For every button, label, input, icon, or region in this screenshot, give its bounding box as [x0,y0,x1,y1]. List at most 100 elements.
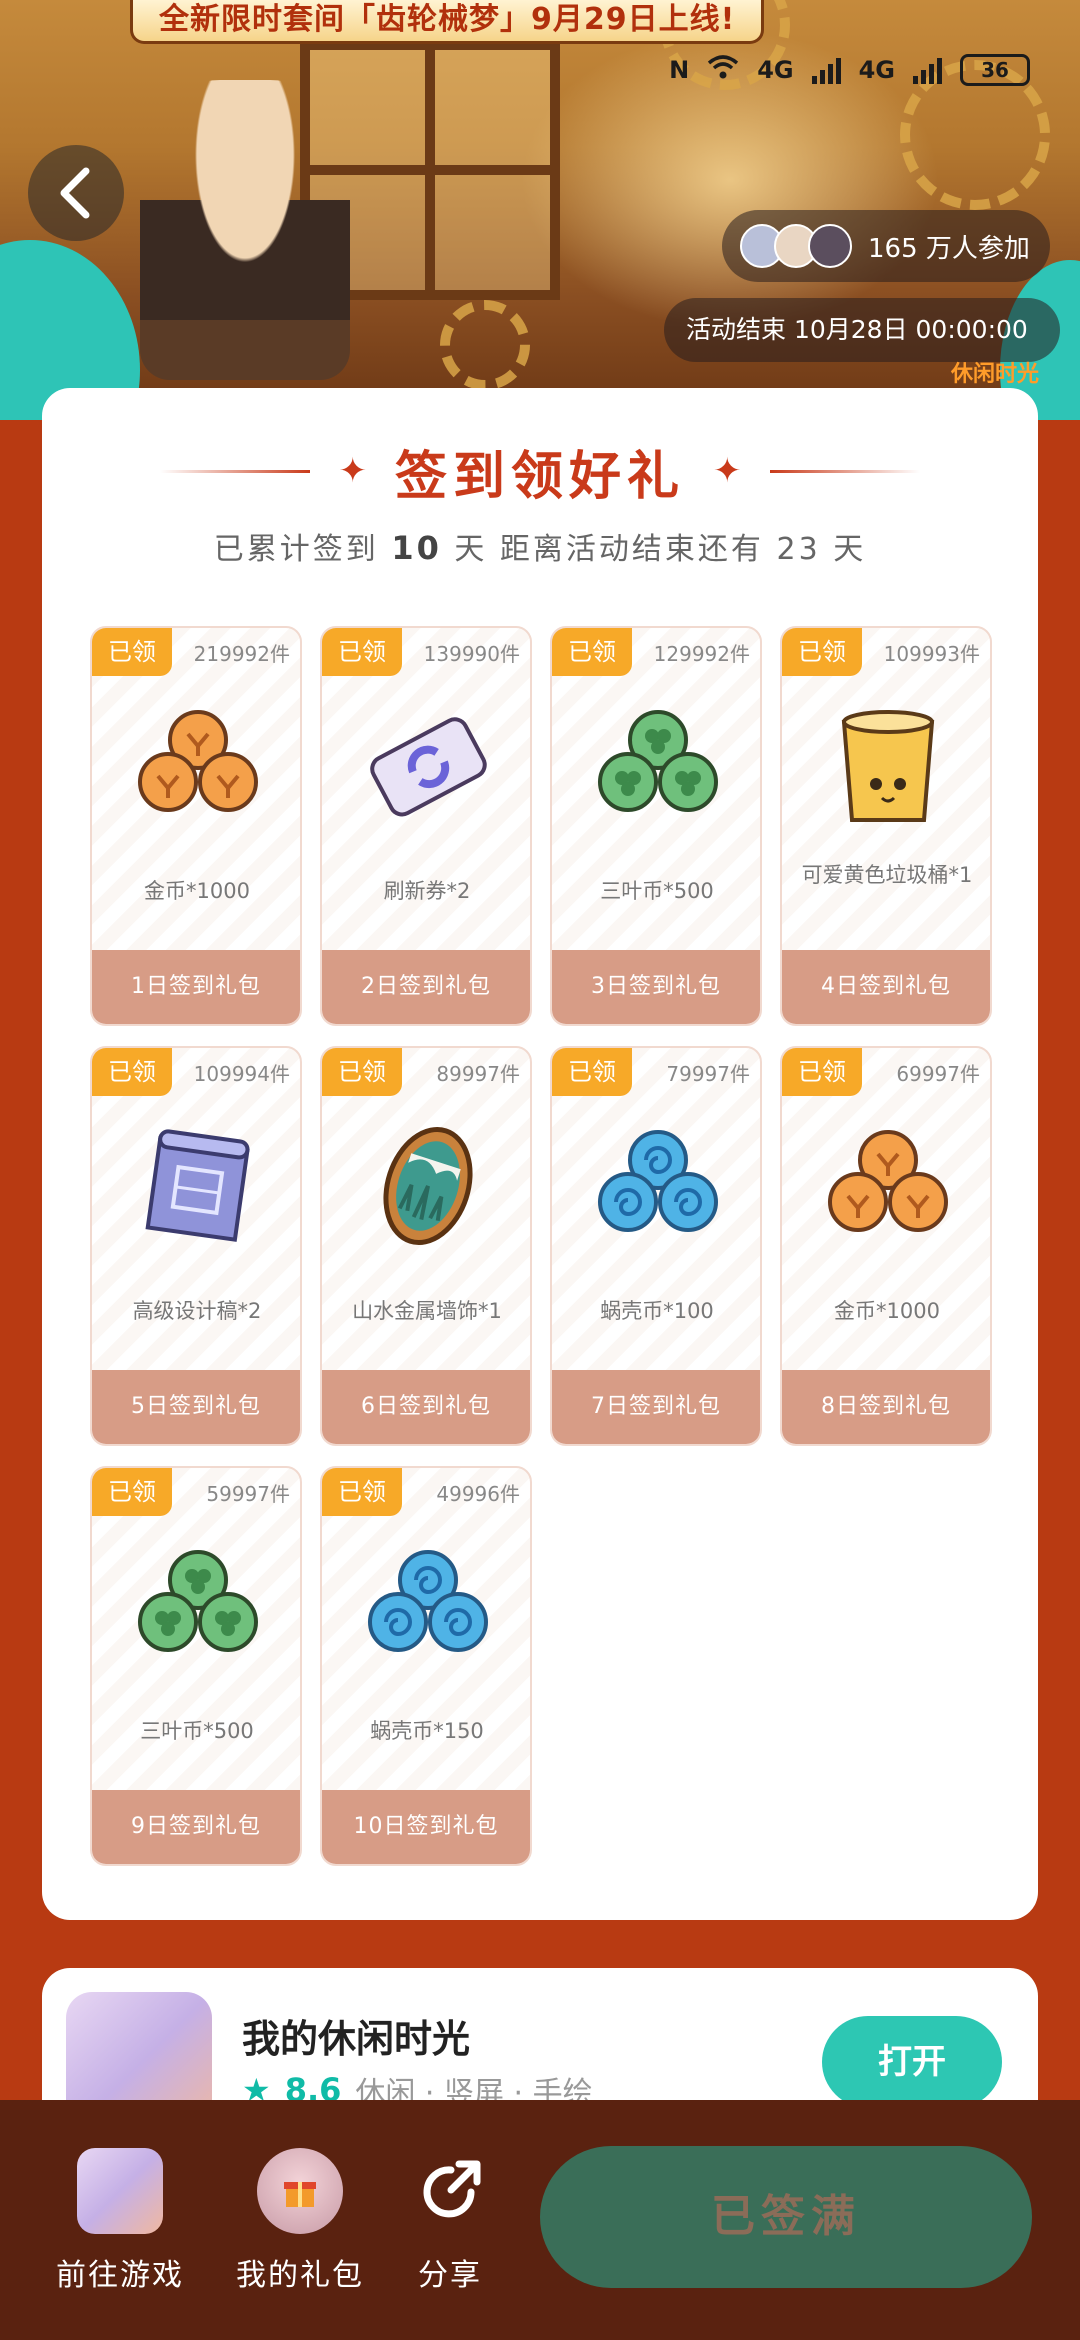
claimed-badge: 已领 [322,1048,402,1096]
signal-icon [811,56,841,84]
clover-coins-icon [132,1540,264,1672]
title-divider-left [160,469,311,473]
participants-pill: 165 万人参加 [722,210,1050,282]
reward-stock: 109994件 [193,1062,290,1086]
share-label: 分享 [418,2258,482,2293]
go-to-game-label: 前往游戏 [56,2258,184,2293]
claimed-badge: 已领 [552,1048,632,1096]
reward-name: 可爱黄色垃圾桶*1 [801,863,973,887]
sparkle-icon: ✦ [338,451,367,491]
share-button[interactable]: 分享 [370,2148,530,2294]
claimed-badge: 已领 [92,1468,172,1516]
sparkle-icon: ✦ [713,451,742,491]
reward-stock: 49996件 [436,1482,520,1506]
my-gifts-label: 我的礼包 [236,2258,364,2293]
title-divider-right [769,469,920,473]
wall-decoration-icon [362,1120,494,1252]
reward-day-label: 3日签到礼包 [552,950,760,1024]
fully-signed-button[interactable]: 已签满 [540,2146,1032,2288]
reward-day-label: 4日签到礼包 [782,950,990,1024]
reward-day-label: 10日签到礼包 [322,1790,530,1864]
reward-stock: 89997件 [436,1062,520,1086]
reward-day-label: 2日签到礼包 [322,950,530,1024]
avatar [808,224,852,268]
back-button[interactable] [28,145,124,241]
reward-name: 金币*1000 [144,879,250,903]
reward-day-label: 8日签到礼包 [782,1370,990,1444]
claimed-badge: 已领 [92,628,172,676]
event-end-time: 活动结束 10月28日 00:00:00 [664,298,1060,362]
reward-name: 山水金属墙饰*1 [352,1299,502,1323]
reward-card[interactable]: 已领 109993件 可爱黄色垃圾桶*1 4日签到礼包 [780,626,992,1026]
status-bar: N 4G 4G 36 [669,48,1030,92]
reward-card[interactable]: 已领 49996件蜗壳币*150 10日签到礼包 [320,1466,532,1866]
share-icon [407,2148,493,2234]
reward-name: 刷新券*2 [383,879,471,903]
reward-name: 蜗壳币*150 [370,1719,484,1743]
reward-day-label: 6日签到礼包 [322,1370,530,1444]
claimed-badge: 已领 [92,1048,172,1096]
days-signed: 10 [391,529,442,567]
banner-character [140,80,350,380]
claimed-badge: 已领 [322,628,402,676]
battery-icon: 36 [960,54,1030,86]
bottom-action-bar: 前往游戏 我的礼包 分享 已签满 [0,2100,1080,2340]
claimed-badge: 已领 [552,628,632,676]
reward-card[interactable]: 已领 89997件山水金属墙饰*1 6日签到礼包 [320,1046,532,1446]
shell-coins-icon [592,1120,724,1252]
reward-stock: 59997件 [206,1482,290,1506]
claimed-badge: 已领 [782,1048,862,1096]
chevron-left-icon [60,167,90,219]
open-game-button[interactable]: 打开 [822,2016,1002,2108]
wifi-icon [707,54,739,86]
reward-day-label: 9日签到礼包 [92,1790,300,1864]
checkin-card: ✦ 签到领好礼 ✦ 已累计签到 10 天 距离活动结束还有 23 天 已领 219… [42,388,1038,1920]
reward-card[interactable]: 已领 79997件蜗壳币*100 7日签到礼包 [550,1046,762,1446]
network-type-2: 4G [858,56,895,84]
reward-card[interactable]: 已领 69997件金币*1000 8日签到礼包 [780,1046,992,1446]
network-type-1: 4G [757,56,794,84]
reward-name: 三叶币*500 [600,879,714,903]
reward-card[interactable]: 已领 139990件刷新券*2 2日签到礼包 [320,626,532,1026]
gold-coins-icon [822,1120,954,1252]
checkin-progress: 已累计签到 10 天 距离活动结束还有 23 天 [42,524,1038,568]
my-gifts-button[interactable]: 我的礼包 [220,2148,380,2294]
launch-notice: 全新限时套间「齿轮械梦」9月29日上线! [130,0,765,44]
section-title: ✦ 签到领好礼 ✦ [42,436,1038,507]
checkin-title: 签到领好礼 [394,446,685,507]
go-to-game-button[interactable]: 前往游戏 [40,2148,200,2294]
reward-stock: 219992件 [193,642,290,666]
blueprint-icon [132,1120,264,1252]
reward-name: 高级设计稿*2 [132,1299,262,1323]
gift-icon [257,2148,343,2234]
nfc-icon: N [669,56,690,84]
gold-coins-icon [132,700,264,832]
reward-name: 蜗壳币*100 [600,1299,714,1323]
reward-name: 金币*1000 [834,1299,940,1323]
participants-count: 165 万人参加 [868,233,1030,264]
reward-card[interactable]: 已领 129992件三叶币*500 3日签到礼包 [550,626,762,1026]
reward-stock: 139990件 [423,642,520,666]
shell-coins-icon [362,1540,494,1672]
claimed-badge: 已领 [782,628,862,676]
reward-stock: 129992件 [653,642,750,666]
yellow-trash-can-icon [822,700,954,832]
reward-stock: 69997件 [896,1062,980,1086]
reward-card[interactable]: 已领 219992件金币*1000 1日签到礼包 [90,626,302,1026]
reward-day-label: 1日签到礼包 [92,950,300,1024]
game-thumbnail-icon [77,2148,163,2234]
clover-coins-icon [592,700,724,832]
game-title: 我的休闲时光 [242,2017,471,2061]
reward-day-label: 7日签到礼包 [552,1370,760,1444]
reward-card[interactable]: 已领 59997件三叶币*500 9日签到礼包 [90,1466,302,1866]
reward-name: 三叶币*500 [140,1719,254,1743]
signal-icon [913,56,942,84]
reward-grid: 已领 219992件 金币*1000 1日签到礼包 已领 139990件 刷新券*2 2日签到… [90,626,992,1866]
progress-mid: 天 距离活动结束还有 [454,532,764,567]
reward-stock: 79997件 [666,1062,750,1086]
claimed-badge: 已领 [322,1468,402,1516]
reward-card[interactable]: 已领 109994件 高级设计稿*2 5日签到礼包 [90,1046,302,1446]
participant-avatars [740,224,852,268]
refresh-ticket-icon [362,700,494,832]
gear-decoration [440,300,530,390]
